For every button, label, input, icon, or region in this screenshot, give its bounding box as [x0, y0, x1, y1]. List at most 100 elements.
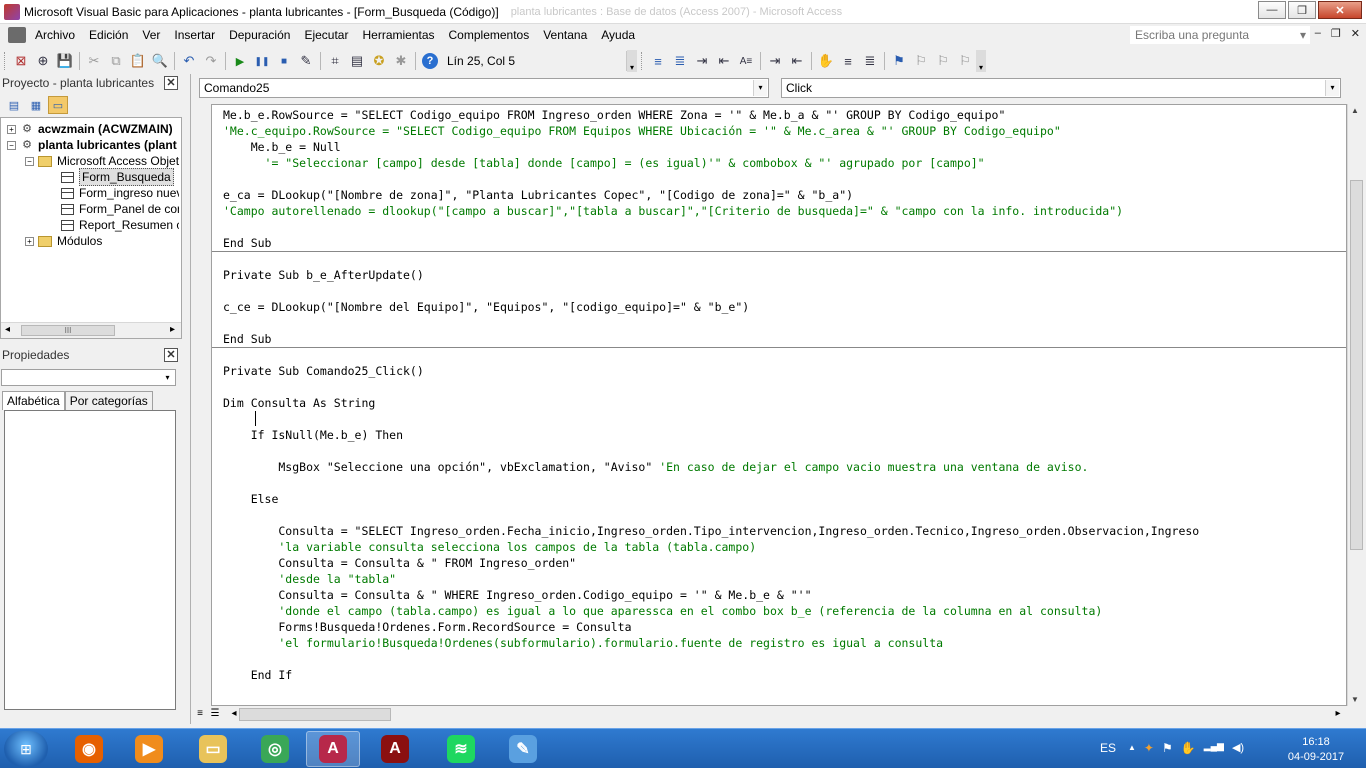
chevron-down-icon[interactable]: ▾ — [161, 371, 174, 384]
properties-object-select[interactable]: ▾ — [1, 369, 176, 386]
previous-bookmark-icon[interactable]: ⚐ — [932, 50, 954, 72]
procedure-view-icon[interactable]: ≡ — [193, 707, 207, 721]
next-bookmark-icon[interactable]: ⚐ — [910, 50, 932, 72]
code-line[interactable]: End Sub — [223, 331, 271, 347]
code-line[interactable]: End If — [223, 667, 293, 683]
uncomment-block-icon[interactable]: ≣ — [859, 50, 881, 72]
properties-panel-close-button[interactable]: ✕ — [164, 348, 178, 362]
scroll-thumb[interactable] — [1350, 180, 1363, 550]
code-comment-line[interactable]: 'donde el campo (tabla.campo) es igual a… — [223, 603, 1102, 619]
parameter-info-icon[interactable]: ⇤ — [713, 50, 735, 72]
find-icon[interactable]: 🔍 — [149, 50, 171, 72]
system-menu-icon[interactable] — [8, 27, 26, 43]
close-button[interactable]: ✕ — [1318, 1, 1362, 19]
chevron-down-icon[interactable]: ▾ — [753, 80, 767, 96]
code-line[interactable]: Me.b_e = Null — [223, 139, 341, 155]
scroll-thumb[interactable]: III — [21, 325, 115, 336]
code-line[interactable]: Me.b_e.RowSource = "SELECT Codigo_equipo… — [223, 107, 1005, 123]
toggle-bookmark-icon[interactable]: ⚑ — [888, 50, 910, 72]
toolbar-grip[interactable] — [4, 52, 7, 70]
taskbar-app-chrome[interactable]: ◎ — [248, 731, 302, 767]
tree-item-report-resumen[interactable]: Report_Resumen co — [61, 217, 179, 233]
code-line[interactable]: Dim Consulta As String — [223, 395, 375, 411]
volume-icon[interactable]: ◀) — [1232, 741, 1244, 755]
code-comment-line[interactable]: 'la variable consulta selecciona los cam… — [223, 539, 756, 555]
list-constants-icon[interactable]: ≣ — [669, 50, 691, 72]
list-properties-icon[interactable]: ≡ — [647, 50, 669, 72]
menu-herramientas[interactable]: Herramientas — [355, 28, 441, 42]
tree-expander-icon[interactable]: + — [7, 124, 16, 134]
menu-ayuda[interactable]: Ayuda — [594, 28, 642, 42]
vba-app-icon[interactable] — [4, 3, 20, 20]
code-line[interactable]: MsgBox "Seleccione una opción", vbExclam… — [223, 459, 1088, 475]
undo-icon[interactable]: ↶ — [178, 50, 200, 72]
tray-usb-icon[interactable]: ✋ — [1181, 741, 1196, 755]
taskbar-app-firefox[interactable]: ◉ — [62, 731, 116, 767]
language-indicator[interactable]: ES — [1100, 741, 1116, 755]
menu-edicion[interactable]: Edición — [82, 28, 135, 42]
code-line[interactable]: Else — [223, 491, 279, 507]
save-icon[interactable]: 💾 — [54, 50, 76, 72]
code-line[interactable]: Consulta = Consulta & " WHERE Ingreso_or… — [223, 587, 811, 603]
start-button[interactable]: ⊞ — [4, 731, 48, 767]
code-vscrollbar[interactable]: ▲ ▼ — [1347, 104, 1365, 706]
mdi-restore-button[interactable]: ❐ — [1331, 27, 1341, 40]
tab-por-categorias[interactable]: Por categorías — [64, 391, 153, 410]
menu-ventana[interactable]: Ventana — [536, 28, 594, 42]
project-explorer-icon[interactable]: ⌗ — [324, 50, 346, 72]
minimize-button[interactable]: — — [1258, 1, 1286, 19]
properties-grid[interactable] — [4, 410, 176, 710]
mdi-close-button[interactable]: ✕ — [1351, 27, 1360, 40]
network-icon[interactable]: ▂▄▆ — [1204, 741, 1224, 755]
quick-info-icon[interactable]: ⇥ — [691, 50, 713, 72]
insert-module-icon[interactable]: ⊕ — [32, 50, 54, 72]
procedure-combo[interactable]: Click ▾ — [781, 78, 1341, 98]
tree-item-planta-lubricantes[interactable]: − ⚙ planta lubricantes (plant — [7, 137, 177, 153]
code-editor[interactable]: Me.b_e.RowSource = "SELECT Codigo_equipo… — [211, 104, 1347, 706]
scroll-right-icon[interactable]: ▸ — [1331, 707, 1345, 721]
redo-icon[interactable]: ↷ — [200, 50, 222, 72]
comment-block-icon[interactable]: ≡ — [837, 50, 859, 72]
project-tree-hscrollbar[interactable]: ◂ III ▸ — [1, 322, 181, 338]
mdi-minimize-button[interactable]: – — [1315, 27, 1321, 40]
taskbar-app-spotify[interactable]: ≋ — [434, 731, 488, 767]
toolbar-options-icon[interactable]: ▾ — [627, 50, 637, 72]
help-icon[interactable]: ? — [419, 50, 441, 72]
toolbox-icon[interactable]: ✱ — [390, 50, 412, 72]
clock[interactable]: 16:18 04-09-2017 — [1276, 735, 1356, 765]
help-question-input[interactable]: Escriba una pregunta ▾ — [1130, 26, 1310, 44]
code-line[interactable]: End Sub — [223, 235, 271, 251]
menu-complementos[interactable]: Complementos — [442, 28, 537, 42]
complete-word-icon[interactable]: A≡ — [735, 50, 757, 72]
cut-icon[interactable]: ✂ — [83, 50, 105, 72]
tree-item-access-objects[interactable]: − Microsoft Access Objetos — [25, 153, 179, 169]
view-code-icon[interactable]: ▤ — [4, 96, 24, 114]
show-hidden-icons-icon[interactable]: ▲ — [1128, 741, 1136, 755]
stop-icon[interactable]: ■ — [273, 50, 295, 72]
menu-archivo[interactable]: Archivo — [28, 28, 82, 42]
pause-icon[interactable]: ❚❚ — [251, 50, 273, 72]
view-object-icon[interactable]: ▦ — [26, 96, 46, 114]
chevron-down-icon[interactable]: ▾ — [1325, 80, 1339, 96]
code-line[interactable]: Consulta = "SELECT Ingreso_orden.Fecha_i… — [223, 523, 1199, 539]
tab-alfabetica[interactable]: Alfabética — [2, 391, 65, 410]
scroll-left-icon[interactable]: ◂ — [5, 324, 10, 335]
object-browser-icon[interactable]: ✪ — [368, 50, 390, 72]
code-line[interactable]: If IsNull(Me.b_e) Then — [223, 427, 403, 443]
tray-app-icon[interactable]: ✦ — [1144, 741, 1154, 755]
design-mode-icon[interactable]: ✎ — [295, 50, 317, 72]
code-comment-line[interactable]: 'el formulario!Busqueda!Ordenes(subformu… — [223, 635, 943, 651]
copy-icon[interactable]: ⧉ — [105, 50, 127, 72]
scroll-down-icon[interactable]: ▼ — [1351, 695, 1359, 704]
properties-window-icon[interactable]: ▤ — [346, 50, 368, 72]
taskbar-app-media-player[interactable]: ▶ — [122, 731, 176, 767]
taskbar-app-access[interactable]: A — [306, 731, 360, 767]
code-line[interactable]: Private Sub b_e_AfterUpdate() — [223, 267, 424, 283]
maximize-button[interactable]: ❐ — [1288, 1, 1316, 19]
tree-expander-icon[interactable]: + — [25, 236, 34, 246]
object-combo[interactable]: Comando25 ▾ — [199, 78, 769, 98]
taskbar-app-pdf-reader[interactable]: A — [368, 731, 422, 767]
code-comment-line[interactable]: '= "Seleccionar [campo] desde [tabla] do… — [223, 155, 985, 171]
taskbar-app-file-explorer[interactable]: ▭ — [186, 731, 240, 767]
paste-icon[interactable]: 📋 — [127, 50, 149, 72]
